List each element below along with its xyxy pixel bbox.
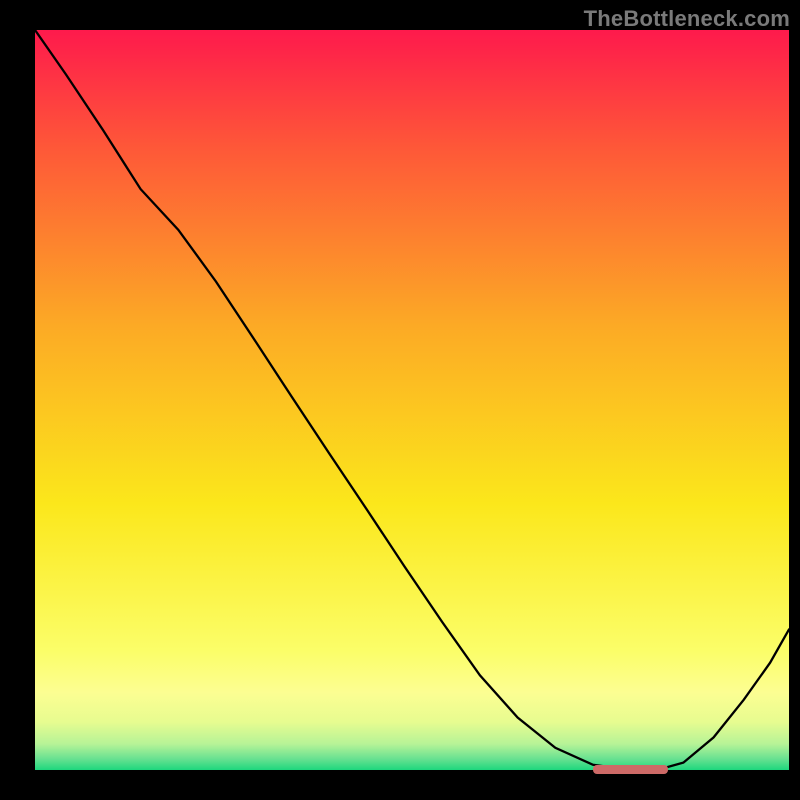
optimum-marker xyxy=(593,765,668,774)
chart-stage: TheBottleneck.com xyxy=(0,0,800,800)
watermark-text: TheBottleneck.com xyxy=(584,6,790,32)
plot-area xyxy=(35,30,789,770)
gradient-background xyxy=(35,30,789,770)
chart-svg xyxy=(35,30,789,770)
